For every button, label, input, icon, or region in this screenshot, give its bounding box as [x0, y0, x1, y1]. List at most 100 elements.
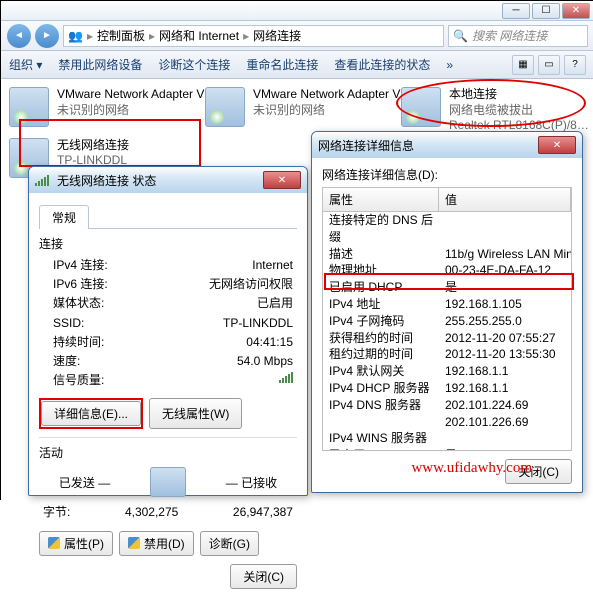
table-row[interactable]: 已启用 DHCP是 — [323, 279, 571, 296]
ssid-value: TP-LINKDDL — [223, 314, 293, 333]
table-row[interactable]: IPv4 地址192.168.1.105 — [323, 296, 571, 313]
address-bar: ◄ ► 👥 ▸ 控制面板 ▸ 网络和 Internet ▸ 网络连接 🔍 搜索 … — [1, 21, 593, 51]
value-cell: 是 — [439, 279, 571, 296]
duration-value: 04:41:15 — [246, 333, 293, 352]
property-cell: 物理地址 — [323, 262, 439, 279]
breadcrumb[interactable]: 👥 ▸ 控制面板 ▸ 网络和 Internet ▸ 网络连接 — [63, 25, 444, 47]
details-table: 属性 值 连接特定的 DNS 后缀描述11b/g Wireless LAN Mi… — [322, 187, 572, 451]
disable-button[interactable]: 禁用(D) — [119, 531, 194, 556]
details-button[interactable]: 详细信息(E)... — [41, 401, 141, 426]
dialog-title: 网络连接详细信息 — [318, 137, 414, 154]
property-cell: 已启用 NetBIOS ove... — [323, 447, 439, 451]
table-row[interactable]: 描述11b/g Wireless LAN Mini PCI Ex — [323, 246, 571, 263]
annotation-box-2: 详细信息(E)... — [39, 398, 143, 429]
toolbar-organize[interactable]: 组织 ▾ — [9, 56, 42, 73]
breadcrumb-item[interactable]: 网络连接 — [253, 27, 301, 44]
toolbar-more[interactable]: » — [446, 58, 453, 72]
breadcrumb-item[interactable]: 网络和 Internet — [159, 27, 239, 44]
property-cell: 获得租约的时间 — [323, 330, 439, 347]
recv-bytes: 26,947,387 — [233, 503, 293, 522]
toolbar-diagnose[interactable]: 诊断这个连接 — [158, 56, 230, 73]
adapter-vmnet1[interactable]: VMware Network Adapter VMnet1 未识别的网络 — [9, 87, 189, 134]
nav-forward-button[interactable]: ► — [35, 24, 59, 48]
property-cell: IPv4 地址 — [323, 296, 439, 313]
table-row[interactable]: 202.101.226.69 — [323, 414, 571, 431]
ssid-label: SSID: — [53, 314, 84, 333]
property-cell: 连接特定的 DNS 后缀 — [323, 212, 439, 246]
table-row[interactable]: IPv4 WINS 服务器 — [323, 430, 571, 447]
value-cell — [439, 212, 571, 246]
property-cell: IPv4 DHCP 服务器 — [323, 380, 439, 397]
search-icon: 🔍 — [453, 29, 468, 43]
adapter-vmnet8[interactable]: VMware Network Adapter VMnet8 未识别的网络 — [205, 87, 385, 134]
signal-bars-icon — [279, 371, 293, 383]
value-cell: 11b/g Wireless LAN Mini PCI Ex — [439, 246, 571, 263]
adapter-status: 网络电缆被拔出 — [449, 103, 589, 119]
speed-label: 速度: — [53, 352, 80, 371]
dialog-titlebar: 网络连接详细信息 ✕ — [312, 132, 582, 158]
speed-value: 54.0 Mbps — [237, 352, 293, 371]
close-button[interactable]: 关闭(C) — [230, 564, 297, 589]
table-row[interactable]: 物理地址00-23-4E-DA-FA-12 — [323, 262, 571, 279]
ipv6-label: IPv6 连接: — [53, 275, 108, 294]
details-subtitle: 网络连接详细信息(D): — [322, 166, 572, 183]
window-close-button[interactable]: ✕ — [562, 3, 590, 19]
wifi-properties-button[interactable]: 无线属性(W) — [149, 398, 242, 429]
value-cell: 202.101.224.69 — [439, 397, 571, 414]
table-row[interactable]: IPv4 DNS 服务器202.101.224.69 — [323, 397, 571, 414]
ipv4-value: Internet — [252, 256, 293, 275]
media-label: 媒体状态: — [53, 294, 104, 313]
activity-section-label: 活动 — [39, 444, 297, 461]
minimize-button[interactable]: ─ — [502, 3, 530, 19]
maximize-button[interactable]: ☐ — [532, 3, 560, 19]
watermark: www.ufidawhy.com — [411, 460, 532, 477]
breadcrumb-item[interactable]: 控制面板 — [97, 27, 145, 44]
recv-label: — 已接收 — [226, 474, 277, 491]
connection-details-dialog: 网络连接详细信息 ✕ 网络连接详细信息(D): 属性 值 连接特定的 DNS 后… — [311, 131, 583, 493]
table-row[interactable]: IPv4 默认网关192.168.1.1 — [323, 363, 571, 380]
nav-back-button[interactable]: ◄ — [7, 24, 31, 48]
search-input[interactable]: 🔍 搜索 网络连接 — [448, 25, 588, 47]
properties-button[interactable]: 属性(P) — [39, 531, 113, 556]
table-row[interactable]: IPv4 DHCP 服务器192.168.1.1 — [323, 380, 571, 397]
col-property[interactable]: 属性 — [323, 188, 439, 211]
view-icon-button[interactable]: ▦ — [512, 55, 534, 75]
shield-icon — [48, 537, 60, 549]
value-cell: 255.255.255.0 — [439, 313, 571, 330]
dialog-close-button[interactable]: ✕ — [538, 136, 576, 154]
table-row[interactable]: 连接特定的 DNS 后缀 — [323, 212, 571, 246]
ipv6-value: 无网络访问权限 — [209, 275, 293, 294]
shield-icon — [128, 537, 140, 549]
adapter-name: 无线网络连接 — [57, 138, 197, 154]
table-row[interactable]: 租约过期的时间2012-11-20 13:55:30 — [323, 346, 571, 363]
value-cell — [439, 430, 571, 447]
help-icon-button[interactable]: ? — [564, 55, 586, 75]
ipv4-label: IPv4 连接: — [53, 256, 108, 275]
property-cell: 租约过期的时间 — [323, 346, 439, 363]
property-cell: IPv4 WINS 服务器 — [323, 430, 439, 447]
table-row[interactable]: IPv4 子网掩码255.255.255.0 — [323, 313, 571, 330]
toolbar-rename[interactable]: 重命名此连接 — [246, 56, 318, 73]
dialog-titlebar: 无线网络连接 状态 ✕ — [29, 167, 307, 193]
connection-section-label: 连接 — [39, 235, 297, 252]
toolbar-disable[interactable]: 禁用此网络设备 — [58, 56, 142, 73]
col-value[interactable]: 值 — [439, 188, 571, 211]
toolbar-status[interactable]: 查看此连接的状态 — [334, 56, 430, 73]
dialog-close-button[interactable]: ✕ — [263, 171, 301, 189]
adapter-local[interactable]: 本地连接 网络电缆被拔出 Realtek RTL8168C(P)/8111C(P… — [401, 87, 581, 134]
table-row[interactable]: 已启用 NetBIOS ove...是 — [323, 447, 571, 451]
diagnose-button[interactable]: 诊断(G) — [200, 531, 259, 556]
bytes-label: 字节: — [43, 503, 70, 522]
signal-label: 信号质量: — [53, 371, 104, 390]
sent-label: 已发送 — — [59, 474, 110, 491]
value-cell: 192.168.1.1 — [439, 363, 571, 380]
property-cell: IPv4 默认网关 — [323, 363, 439, 380]
preview-icon-button[interactable]: ▭ — [538, 55, 560, 75]
tab-general[interactable]: 常规 — [39, 205, 89, 229]
adapter-name: 本地连接 — [449, 87, 589, 103]
adapter-icon — [9, 87, 49, 127]
sent-bytes: 4,302,275 — [125, 503, 178, 522]
property-cell: IPv4 子网掩码 — [323, 313, 439, 330]
table-row[interactable]: 获得租约的时间2012-11-20 07:55:27 — [323, 330, 571, 347]
window-titlebar: ─ ☐ ✕ — [1, 1, 593, 21]
